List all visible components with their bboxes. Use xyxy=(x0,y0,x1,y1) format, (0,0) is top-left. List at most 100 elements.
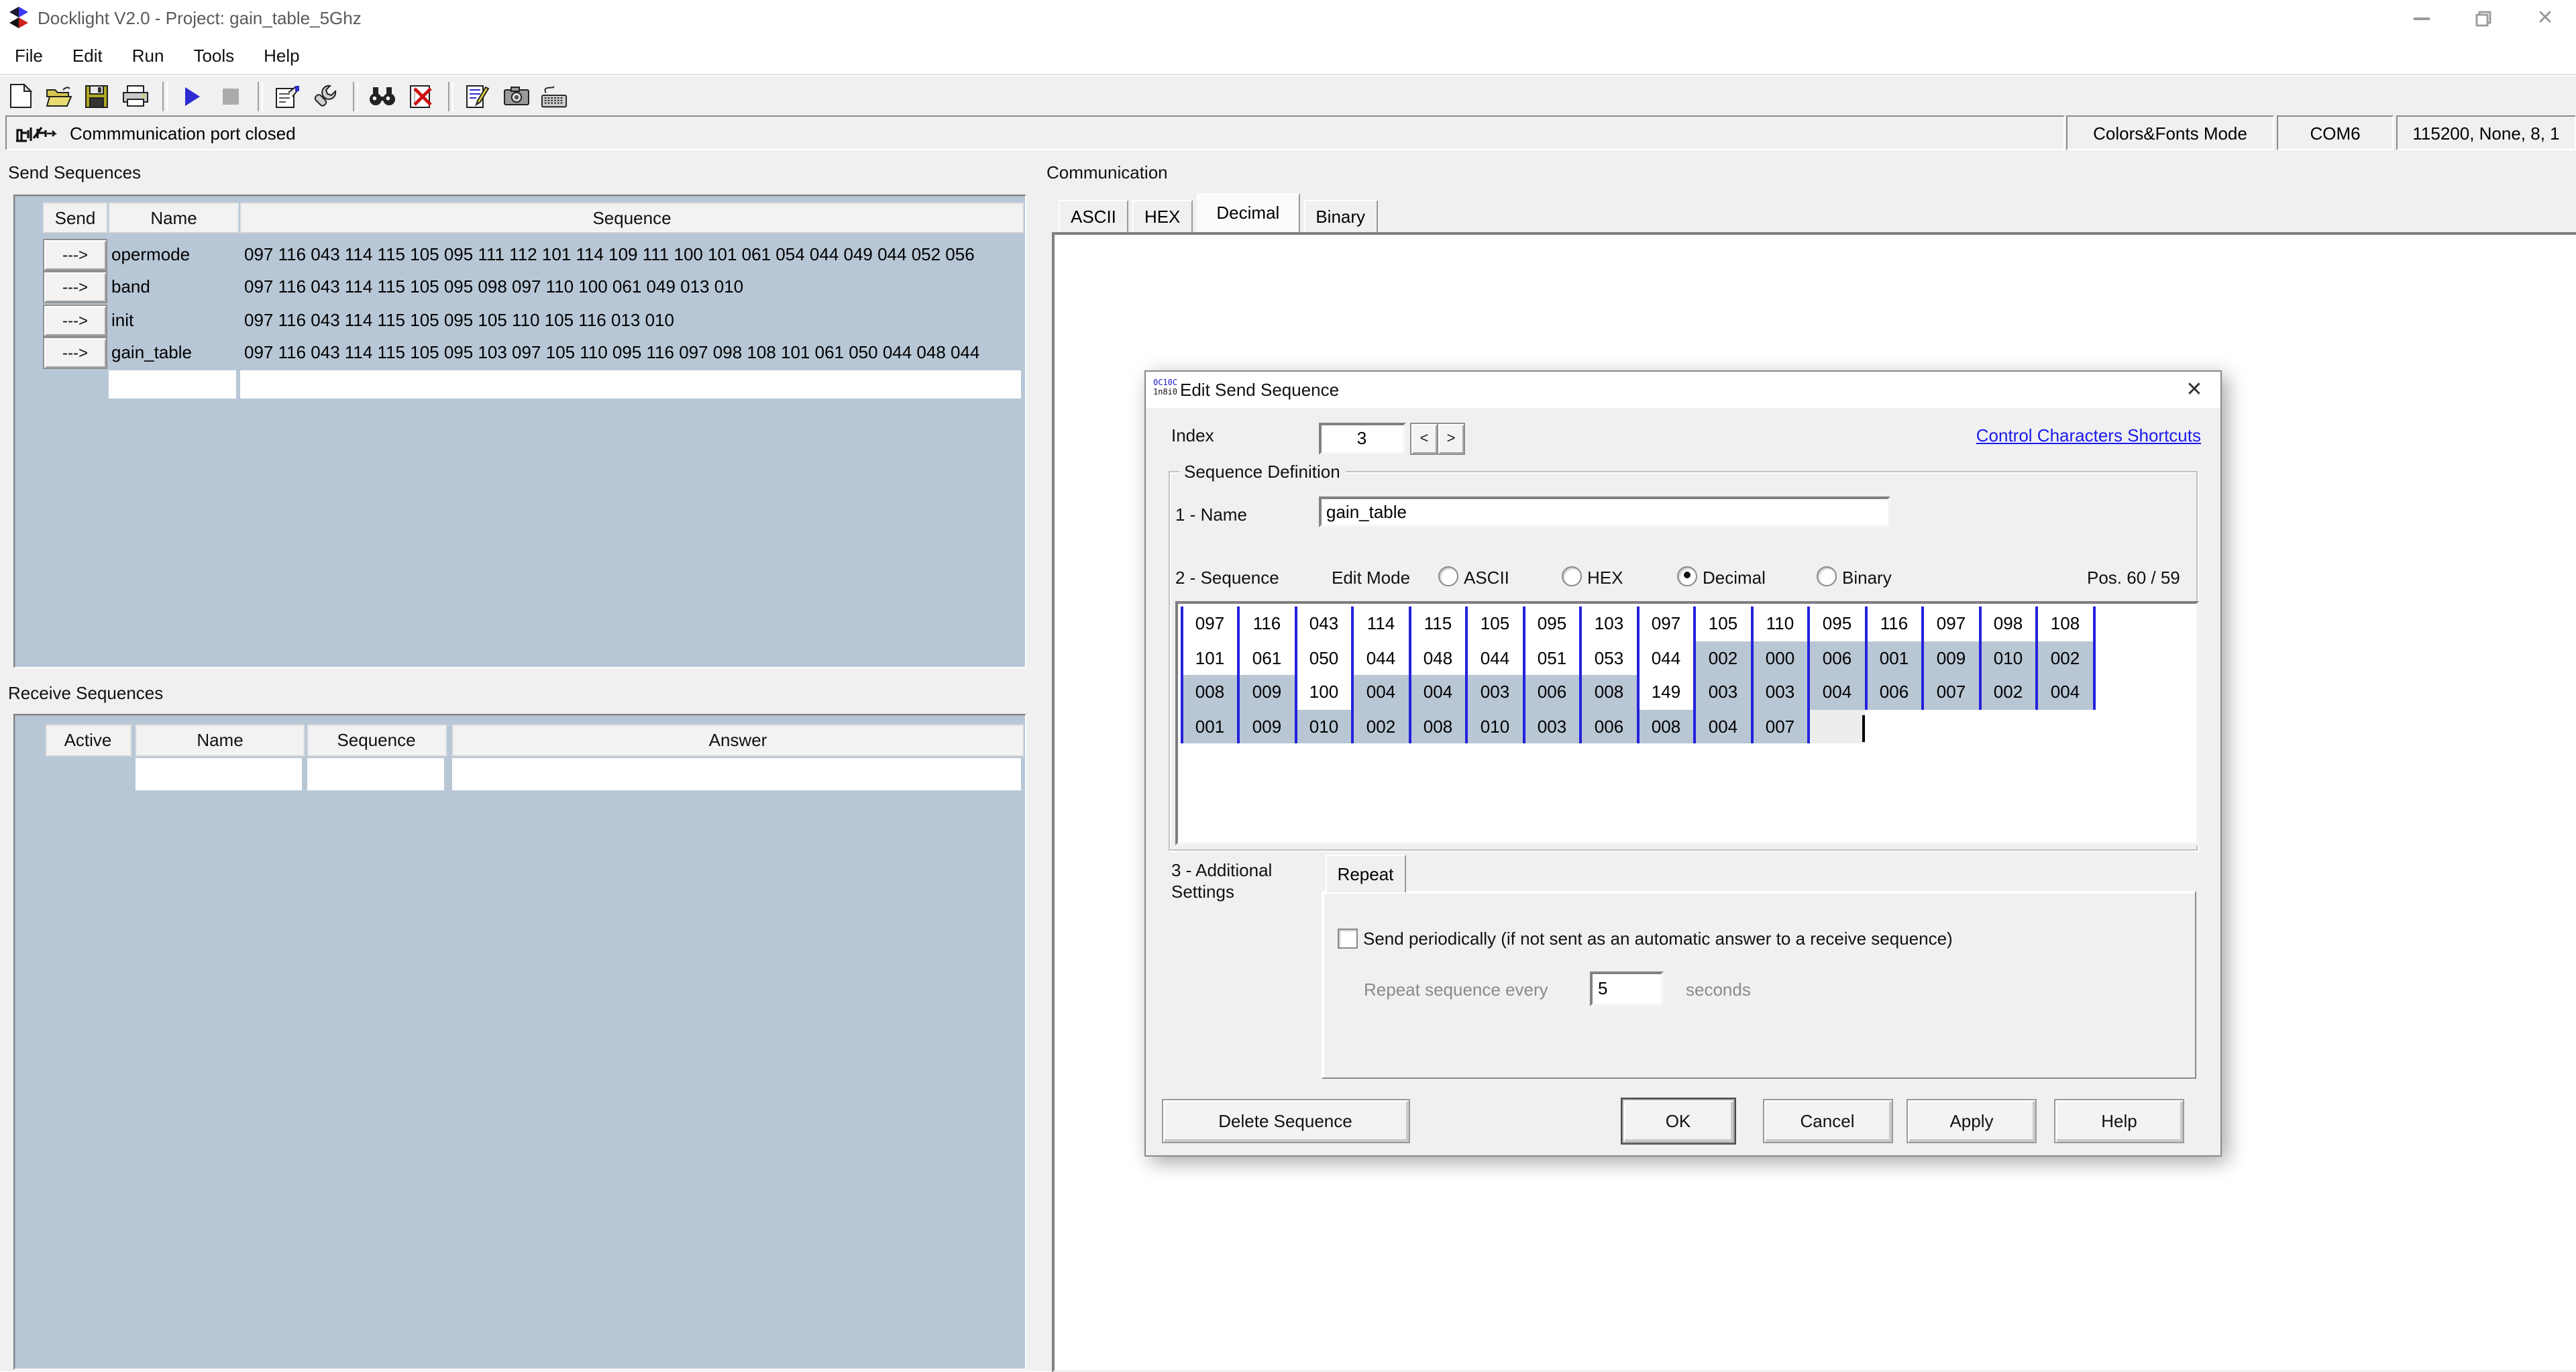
port-params-panel[interactable]: 115200, None, 8, 1 xyxy=(2396,115,2576,150)
sequence-byte-cell[interactable]: 044 xyxy=(1468,641,1525,675)
send-periodically-checkbox[interactable] xyxy=(1337,928,1357,948)
sequence-editor[interactable]: 097 116 043 114 115 105 095 103 097 105 110 095 116 0… xyxy=(1175,601,2198,845)
menu-item[interactable]: Run xyxy=(117,40,179,70)
communication-tab[interactable]: Decimal xyxy=(1196,193,1300,231)
dialog-close-button[interactable]: ✕ xyxy=(2180,376,2209,402)
sequence-name[interactable]: opermode xyxy=(111,244,190,264)
sequence-byte-cell[interactable]: 105 xyxy=(1468,606,1525,641)
index-prev-button[interactable]: < xyxy=(1410,422,1438,454)
start-communication-button[interactable] xyxy=(178,83,205,109)
sequence-name[interactable]: band xyxy=(111,276,150,297)
edit-notes-button[interactable] xyxy=(464,83,491,109)
sequence-byte-cell[interactable]: 103 xyxy=(1582,606,1639,641)
sequence-byte-cell[interactable]: 002 xyxy=(1696,641,1753,675)
sequence-byte-cell[interactable]: 004 xyxy=(1810,675,1867,709)
new-receive-name-cell[interactable] xyxy=(136,757,302,790)
sequence-byte-cell[interactable]: 098 xyxy=(1981,606,2038,641)
sequence-byte-cell[interactable]: 149 xyxy=(1639,675,1696,709)
sequence-byte-cell[interactable]: 010 xyxy=(1297,709,1354,743)
sequence-byte-cell[interactable]: 116 xyxy=(1240,606,1297,641)
help-button[interactable]: Help xyxy=(2054,1099,2184,1143)
new-receive-sequence-cell[interactable] xyxy=(307,757,443,790)
sequence-name[interactable]: gain_table xyxy=(111,342,192,362)
sequence-byte-cell[interactable]: 048 xyxy=(1411,641,1468,675)
sequence-byte-cell[interactable]: 007 xyxy=(1924,675,1981,709)
close-button[interactable]: ✕ xyxy=(2514,0,2576,36)
sequence-byte-cell[interactable]: 008 xyxy=(1582,675,1639,709)
new-receive-answer-cell[interactable] xyxy=(452,757,1021,790)
sequence-byte-cell[interactable]: 003 xyxy=(1753,675,1810,709)
sequence-caret-cell[interactable] xyxy=(1810,709,1864,743)
sequence-byte-cell[interactable]: 004 xyxy=(1696,709,1753,743)
options-wrench-button[interactable] xyxy=(312,83,339,109)
port-panel[interactable]: COM6 xyxy=(2277,115,2394,150)
new-file-button[interactable] xyxy=(7,83,34,109)
sequence-byte-cell[interactable]: 009 xyxy=(1924,641,1981,675)
apply-button[interactable]: Apply xyxy=(1907,1099,2037,1143)
sequence-byte-cell[interactable]: 008 xyxy=(1639,709,1696,743)
menu-item[interactable]: Tools xyxy=(178,40,249,70)
new-sequence-name-cell[interactable] xyxy=(109,370,236,398)
index-input[interactable]: 3 xyxy=(1318,422,1405,454)
project-settings-button[interactable] xyxy=(274,83,301,109)
sequence-byte-cell[interactable]: 004 xyxy=(1354,675,1411,709)
sequence-byte-cell[interactable]: 002 xyxy=(1981,675,2038,709)
communication-tab[interactable]: HEX xyxy=(1132,199,1193,231)
menu-item[interactable]: Edit xyxy=(58,40,117,70)
print-button[interactable] xyxy=(121,83,148,109)
sequence-bytes[interactable]: 097 116 043 114 115 105 095 103 097 105 … xyxy=(244,342,1020,362)
sequence-byte-cell[interactable]: 115 xyxy=(1411,606,1468,641)
menu-item[interactable]: Help xyxy=(249,40,315,70)
communication-tab[interactable]: Binary xyxy=(1303,199,1378,231)
stop-communication-button[interactable] xyxy=(217,83,244,109)
sequence-byte-cell[interactable]: 000 xyxy=(1753,641,1810,675)
sequence-byte-cell[interactable]: 108 xyxy=(2038,606,2095,641)
delete-sequence-button[interactable]: Delete Sequence xyxy=(1161,1099,1409,1143)
sequence-byte-cell[interactable]: 105 xyxy=(1696,606,1753,641)
minimize-button[interactable] xyxy=(2391,0,2453,36)
sequence-byte-cell[interactable]: 116 xyxy=(1867,606,1924,641)
sequence-byte-cell[interactable]: 006 xyxy=(1525,675,1582,709)
sequence-byte-cell[interactable]: 008 xyxy=(1180,675,1240,709)
sequence-byte-cell[interactable]: 006 xyxy=(1582,709,1639,743)
sequence-byte-cell[interactable]: 003 xyxy=(1696,675,1753,709)
save-project-button[interactable] xyxy=(83,83,110,109)
new-sequence-bytes-cell[interactable] xyxy=(240,370,1021,398)
sequence-byte-cell[interactable]: 002 xyxy=(1354,709,1411,743)
send-now-button[interactable]: ---> xyxy=(43,271,107,303)
sequence-bytes[interactable]: 097 116 043 114 115 105 095 111 112 101 … xyxy=(244,244,1020,264)
keyboard-console-button[interactable] xyxy=(541,83,568,109)
repeat-tab[interactable]: Repeat xyxy=(1326,855,1405,892)
send-now-button[interactable]: ---> xyxy=(43,238,107,270)
control-characters-shortcuts-link[interactable]: Control Characters Shortcuts xyxy=(1976,425,2201,445)
ok-button[interactable]: OK xyxy=(1621,1099,1735,1143)
sequence-byte-cell[interactable]: 101 xyxy=(1180,641,1240,675)
restore-button[interactable] xyxy=(2453,0,2514,36)
sequence-byte-cell[interactable]: 051 xyxy=(1525,641,1582,675)
sequence-bytes[interactable]: 097 116 043 114 115 105 095 105 110 105 … xyxy=(244,309,1020,329)
sequence-byte-cell[interactable]: 009 xyxy=(1240,709,1297,743)
sequence-byte-cell[interactable]: 044 xyxy=(1639,641,1696,675)
sequence-byte-cell[interactable]: 043 xyxy=(1297,606,1354,641)
sequence-byte-cell[interactable]: 006 xyxy=(1810,641,1867,675)
send-now-button[interactable]: ---> xyxy=(43,304,107,336)
sequence-byte-cell[interactable]: 044 xyxy=(1354,641,1411,675)
repeat-seconds-input[interactable]: 5 xyxy=(1590,971,1664,1006)
sequence-byte-cell[interactable]: 001 xyxy=(1867,641,1924,675)
sequence-byte-cell[interactable]: 003 xyxy=(1525,709,1582,743)
cancel-button[interactable]: Cancel xyxy=(1762,1099,1892,1143)
open-project-button[interactable] xyxy=(45,83,72,109)
sequence-bytes[interactable]: 097 116 043 114 115 105 095 098 097 110 … xyxy=(244,276,1020,297)
sequence-byte-cell[interactable]: 006 xyxy=(1867,675,1924,709)
sequence-byte-cell[interactable]: 050 xyxy=(1297,641,1354,675)
name-input[interactable]: gain_table xyxy=(1318,496,1890,527)
sequence-byte-cell[interactable]: 009 xyxy=(1240,675,1297,709)
clear-communication-button[interactable] xyxy=(407,83,434,109)
send-now-button[interactable]: ---> xyxy=(43,337,107,369)
communication-tab[interactable]: ASCII xyxy=(1059,199,1128,231)
sequence-byte-cell[interactable]: 114 xyxy=(1354,606,1411,641)
sequence-byte-cell[interactable]: 010 xyxy=(1981,641,2038,675)
sequence-byte-cell[interactable]: 053 xyxy=(1582,641,1639,675)
sequence-byte-cell[interactable]: 003 xyxy=(1468,675,1525,709)
mode-panel[interactable]: Colors&Fonts Mode xyxy=(2066,115,2274,150)
